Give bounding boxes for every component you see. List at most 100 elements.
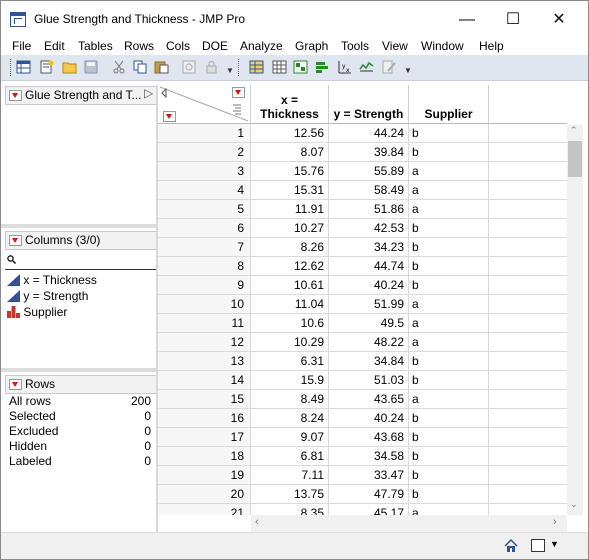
- table-cell[interactable]: a: [409, 181, 489, 200]
- table-cell[interactable]: 51.99: [329, 295, 409, 314]
- row-number[interactable]: 19: [158, 466, 251, 485]
- row-number[interactable]: 15: [158, 390, 251, 409]
- table-row[interactable]: 17 9.07 43.68 b: [158, 428, 567, 447]
- table-cell[interactable]: 34.58: [329, 447, 409, 466]
- row-number[interactable]: 11: [158, 314, 251, 333]
- scroll-right-icon[interactable]: ›: [553, 516, 557, 528]
- table-cell[interactable]: 11.04: [251, 295, 329, 314]
- table-cell[interactable]: 58.49: [329, 181, 409, 200]
- menu-view[interactable]: View: [382, 39, 408, 53]
- row-number[interactable]: 21: [158, 504, 251, 515]
- vertical-scroll-thumb[interactable]: [568, 141, 582, 177]
- menu-doe[interactable]: DOE: [202, 39, 228, 53]
- table-cell[interactable]: 15.76: [251, 162, 329, 181]
- table-row[interactable]: 8 12.62 44.74 b: [158, 257, 567, 276]
- table-cell[interactable]: a: [409, 333, 489, 352]
- table-cell[interactable]: 10.29: [251, 333, 329, 352]
- row-number[interactable]: 9: [158, 276, 251, 295]
- red-triangle-icon[interactable]: [9, 379, 22, 390]
- window-list-dropdown-icon[interactable]: ▼: [550, 539, 559, 549]
- menu-help[interactable]: Help: [479, 39, 504, 53]
- row-number[interactable]: 17: [158, 428, 251, 447]
- rows-panel-header[interactable]: Rows: [5, 375, 158, 394]
- copy-icon[interactable]: [133, 60, 148, 74]
- row-number[interactable]: 2: [158, 143, 251, 162]
- table-cell[interactable]: 34.84: [329, 352, 409, 371]
- red-triangle-icon[interactable]: [9, 235, 22, 246]
- table-cell[interactable]: 13.75: [251, 485, 329, 504]
- table-cell[interactable]: [489, 485, 567, 504]
- column-item-thickness[interactable]: x = Thickness: [7, 273, 97, 287]
- table-row[interactable]: 18 6.81 34.58 b: [158, 447, 567, 466]
- horizontal-scrollbar[interactable]: ‹ ›: [251, 515, 567, 532]
- table-cell[interactable]: [489, 447, 567, 466]
- table-cell[interactable]: 10.61: [251, 276, 329, 295]
- panel-splitter[interactable]: [1, 368, 158, 372]
- table-cell[interactable]: [489, 257, 567, 276]
- table-cell[interactable]: b: [409, 352, 489, 371]
- menu-analyze[interactable]: Analyze: [240, 39, 283, 53]
- table-cell[interactable]: 43.65: [329, 390, 409, 409]
- table-cell[interactable]: [489, 295, 567, 314]
- table-cell[interactable]: a: [409, 390, 489, 409]
- row-select-icon[interactable]: [182, 60, 197, 74]
- table-cell[interactable]: 8.35: [251, 504, 329, 515]
- table-cell[interactable]: a: [409, 314, 489, 333]
- table-row[interactable]: 15 8.49 43.65 a: [158, 390, 567, 409]
- maximize-button[interactable]: ☐: [490, 7, 536, 33]
- table-cell[interactable]: 15.31: [251, 181, 329, 200]
- table-cell[interactable]: 11.91: [251, 200, 329, 219]
- table-row[interactable]: 3 15.76 55.89 a: [158, 162, 567, 181]
- table-cell[interactable]: b: [409, 238, 489, 257]
- row-number[interactable]: 18: [158, 447, 251, 466]
- table-row[interactable]: 20 13.75 47.79 b: [158, 485, 567, 504]
- column-item-strength[interactable]: y = Strength: [7, 289, 88, 303]
- toolbar-dropdown-1[interactable]: ▼: [226, 66, 234, 75]
- table-cell[interactable]: b: [409, 276, 489, 295]
- table-cell[interactable]: b: [409, 447, 489, 466]
- column-header-strength[interactable]: y = Strength: [329, 85, 409, 124]
- table-row[interactable]: 5 11.91 51.86 a: [158, 200, 567, 219]
- row-number[interactable]: 16: [158, 409, 251, 428]
- table-cell[interactable]: [489, 276, 567, 295]
- table-cell[interactable]: 12.62: [251, 257, 329, 276]
- table-cell[interactable]: b: [409, 257, 489, 276]
- new-data-table-icon[interactable]: [16, 60, 31, 74]
- data-table-grid-icon[interactable]: [249, 60, 264, 74]
- red-triangle-icon[interactable]: [9, 90, 22, 101]
- table-row[interactable]: 11 10.6 49.5 a: [158, 314, 567, 333]
- table-cell[interactable]: 10.27: [251, 219, 329, 238]
- table-cell[interactable]: 49.5: [329, 314, 409, 333]
- menu-tables[interactable]: Tables: [78, 39, 113, 53]
- table-cell[interactable]: a: [409, 504, 489, 515]
- row-number[interactable]: 13: [158, 352, 251, 371]
- home-icon[interactable]: [504, 539, 518, 553]
- row-header-corner[interactable]: [158, 85, 251, 124]
- table-cell[interactable]: 40.24: [329, 409, 409, 428]
- table-cell[interactable]: 7.11: [251, 466, 329, 485]
- table-cell[interactable]: 48.22: [329, 333, 409, 352]
- table-cell[interactable]: 45.17: [329, 504, 409, 515]
- table-cell[interactable]: [489, 314, 567, 333]
- scroll-up-icon[interactable]: ⌃: [570, 125, 578, 136]
- table-cell[interactable]: [489, 143, 567, 162]
- expand-panel-icon[interactable]: ▷: [144, 86, 153, 100]
- table-cell[interactable]: 43.68: [329, 428, 409, 447]
- table-cell[interactable]: [489, 162, 567, 181]
- row-number[interactable]: 14: [158, 371, 251, 390]
- table-cell[interactable]: a: [409, 295, 489, 314]
- menu-file[interactable]: File: [12, 39, 31, 53]
- row-number[interactable]: 1: [158, 124, 251, 143]
- table-row[interactable]: 2 8.07 39.84 b: [158, 143, 567, 162]
- row-number[interactable]: 3: [158, 162, 251, 181]
- table-cell[interactable]: [489, 390, 567, 409]
- table-row[interactable]: 9 10.61 40.24 b: [158, 276, 567, 295]
- toolbar-grip-2[interactable]: [238, 59, 241, 76]
- new-script-icon[interactable]: [39, 60, 54, 74]
- tabulate-icon[interactable]: [272, 60, 287, 74]
- menu-window[interactable]: Window: [421, 39, 464, 53]
- save-icon[interactable]: [84, 60, 99, 74]
- table-cell[interactable]: [489, 181, 567, 200]
- row-number[interactable]: 4: [158, 181, 251, 200]
- table-row[interactable]: 13 6.31 34.84 b: [158, 352, 567, 371]
